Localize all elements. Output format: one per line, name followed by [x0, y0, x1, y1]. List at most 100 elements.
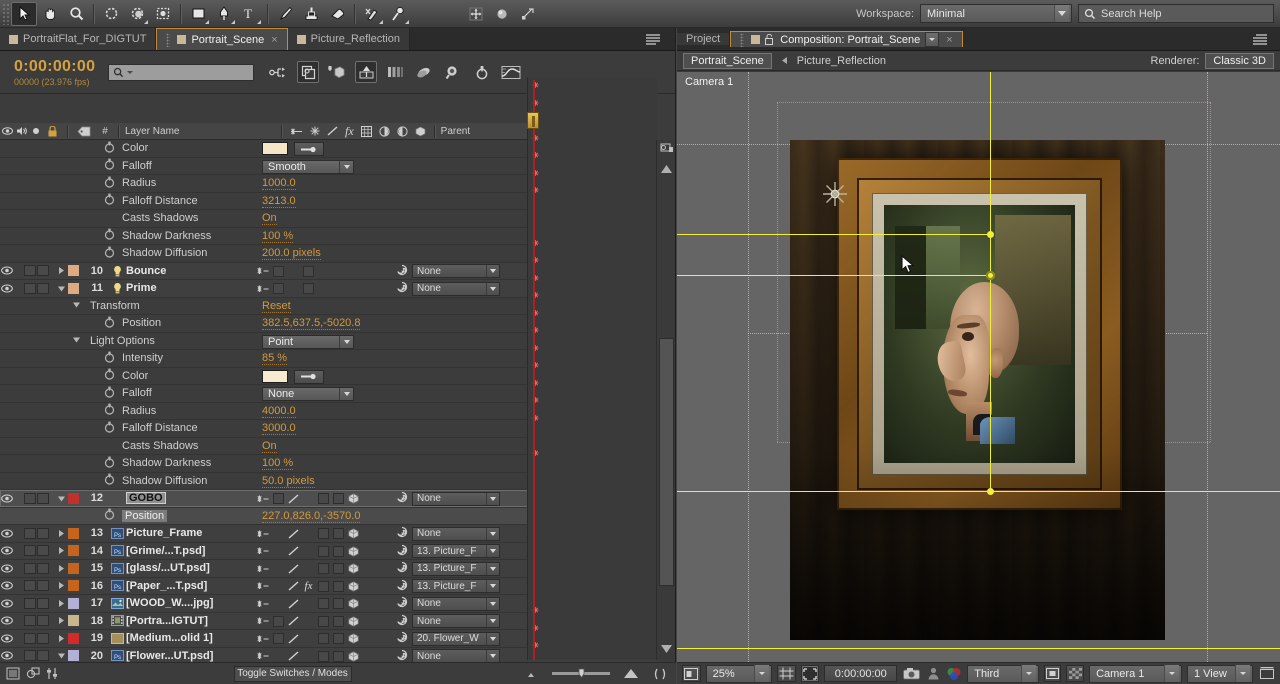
pick-whip-icon[interactable]: [396, 631, 408, 646]
current-time-indicator[interactable]: [533, 80, 535, 660]
brush-tool[interactable]: [272, 2, 298, 26]
property-dropdown[interactable]: None: [262, 387, 354, 401]
property-stopwatch[interactable]: [104, 386, 115, 401]
brainstorm-icon[interactable]: [442, 61, 464, 83]
property-value[interactable]: 50.0 pixels: [262, 475, 315, 488]
shy-switch[interactable]: [256, 630, 271, 647]
quality-switch[interactable]: [286, 578, 301, 595]
breadcrumb-current[interactable]: Portrait_Scene: [683, 52, 772, 69]
property-stopwatch[interactable]: [104, 403, 115, 418]
frame-blend-switch[interactable]: [301, 280, 316, 297]
3d-switch[interactable]: [346, 560, 361, 577]
layer-audio-toggle[interactable]: [24, 632, 36, 644]
parent-column-header[interactable]: Parent: [441, 126, 470, 137]
shy-switch[interactable]: [256, 543, 271, 560]
layer-visibility-toggle[interactable]: [0, 599, 14, 608]
motion-blur-switch[interactable]: [331, 490, 346, 507]
tab-portraitflat-for-digtut[interactable]: PortraitFlat_For_DIGTUT: [0, 28, 157, 50]
roto-brush-tool[interactable]: [359, 2, 385, 26]
chevron-down-icon[interactable]: [486, 545, 499, 558]
chevron-down-icon[interactable]: [1164, 665, 1179, 682]
property-stopwatch[interactable]: [104, 176, 115, 191]
motion-blur-switch[interactable]: [331, 630, 346, 647]
composition-viewer[interactable]: Camera 1: [677, 72, 1280, 662]
timeline-vertical-scrollbar[interactable]: [656, 140, 675, 660]
parent-select[interactable]: None: [412, 281, 500, 296]
property-stopwatch[interactable]: [104, 368, 115, 383]
layer-label-color[interactable]: [68, 580, 79, 592]
motion-blur-switch[interactable]: [331, 560, 346, 577]
scroll-up-arrow[interactable]: [660, 164, 673, 174]
shy-switch[interactable]: [256, 490, 271, 507]
toggle-switches-modes-icon[interactable]: [46, 667, 59, 680]
layer-audio-toggle[interactable]: [24, 545, 36, 557]
chevron-down-icon[interactable]: [486, 282, 499, 295]
layer-visibility-toggle[interactable]: [0, 564, 14, 573]
collapse-switch[interactable]: [271, 263, 286, 280]
property-value[interactable]: 200.0 pixels: [262, 247, 321, 260]
property-stopwatch[interactable]: [104, 456, 115, 471]
property-value[interactable]: 100 %: [262, 457, 294, 470]
layer-audio-toggle[interactable]: [24, 492, 36, 504]
layer-solo-toggle[interactable]: [37, 527, 49, 539]
quality-switch[interactable]: [286, 543, 301, 560]
layer-audio-toggle[interactable]: [24, 597, 36, 609]
toolbar-grip[interactable]: [2, 2, 11, 25]
color-swatch[interactable]: [262, 369, 288, 383]
pick-whip-icon[interactable]: [396, 264, 408, 279]
hide-shy-layers-icon[interactable]: [326, 61, 348, 83]
property-value[interactable]: On: [262, 212, 277, 225]
search-help-input[interactable]: Search Help: [1078, 4, 1274, 23]
pick-whip-icon[interactable]: [396, 526, 408, 541]
layer-visibility-toggle[interactable]: [0, 546, 14, 555]
3d-switch[interactable]: [346, 630, 361, 647]
property-value[interactable]: Reset: [262, 300, 291, 313]
frame-blend-switch[interactable]: [301, 263, 316, 280]
layer-solo-toggle[interactable]: [37, 282, 49, 294]
motion-blur-switch[interactable]: [331, 578, 346, 595]
layer-solo-toggle[interactable]: [37, 580, 49, 592]
comp-flowchart-icon[interactable]: [659, 141, 674, 157]
pick-whip-icon[interactable]: [396, 579, 408, 594]
motion-blur-switch[interactable]: [331, 543, 346, 560]
panel-menu-icon[interactable]: [1253, 33, 1267, 45]
light-axis-horizontal-2[interactable]: [677, 275, 991, 276]
eraser-tool[interactable]: [324, 2, 350, 26]
effects-switch[interactable]: fx: [301, 578, 316, 595]
light-position-handle[interactable]: [986, 271, 995, 280]
layer-label-color[interactable]: [68, 615, 79, 627]
eyedropper-icon[interactable]: [294, 369, 324, 384]
3d-switch[interactable]: [346, 578, 361, 595]
graph-editor-blur-icon[interactable]: [413, 61, 435, 83]
pick-whip-icon[interactable]: [396, 544, 408, 559]
layer-solo-toggle[interactable]: [37, 615, 49, 627]
motion-blur-switch[interactable]: [331, 525, 346, 542]
comp-time-display[interactable]: 0:00:00:00: [824, 665, 898, 682]
light-anchor-point-bottom[interactable]: [987, 488, 994, 495]
layer-twirl-toggle[interactable]: [54, 634, 68, 643]
collapse-switch[interactable]: [271, 613, 286, 630]
layer-twirl-toggle[interactable]: [54, 266, 68, 275]
layer-twirl-toggle[interactable]: [54, 284, 68, 293]
tab-project[interactable]: Project: [677, 33, 731, 45]
chevron-down-icon[interactable]: [486, 580, 499, 593]
enable-frame-blending-icon[interactable]: [355, 61, 377, 83]
solo-column-icon[interactable]: [29, 127, 43, 135]
parent-select[interactable]: 13. Picture_F: [412, 561, 500, 576]
quality-switch[interactable]: [286, 525, 301, 542]
shy-switch[interactable]: [256, 613, 271, 630]
property-stopwatch[interactable]: [104, 508, 115, 523]
motion-blur-switch[interactable]: [331, 613, 346, 630]
scrollbar-thumb[interactable]: [659, 338, 674, 586]
frame-blend-switch[interactable]: [316, 578, 331, 595]
collapse-switch[interactable]: [271, 280, 286, 297]
chevron-down-icon[interactable]: [486, 562, 499, 575]
current-time-display[interactable]: 0:00:00:00 00000 (23.976 fps): [0, 58, 104, 87]
property-stopwatch[interactable]: [104, 228, 115, 243]
eyedropper-icon[interactable]: [294, 142, 324, 156]
chevron-down-icon[interactable]: [486, 265, 499, 278]
parent-select[interactable]: None: [412, 526, 500, 541]
label-column-icon[interactable]: [74, 126, 94, 137]
toggle-transparency-grid-icon[interactable]: [1066, 665, 1085, 682]
always-preview-icon[interactable]: [682, 665, 701, 682]
